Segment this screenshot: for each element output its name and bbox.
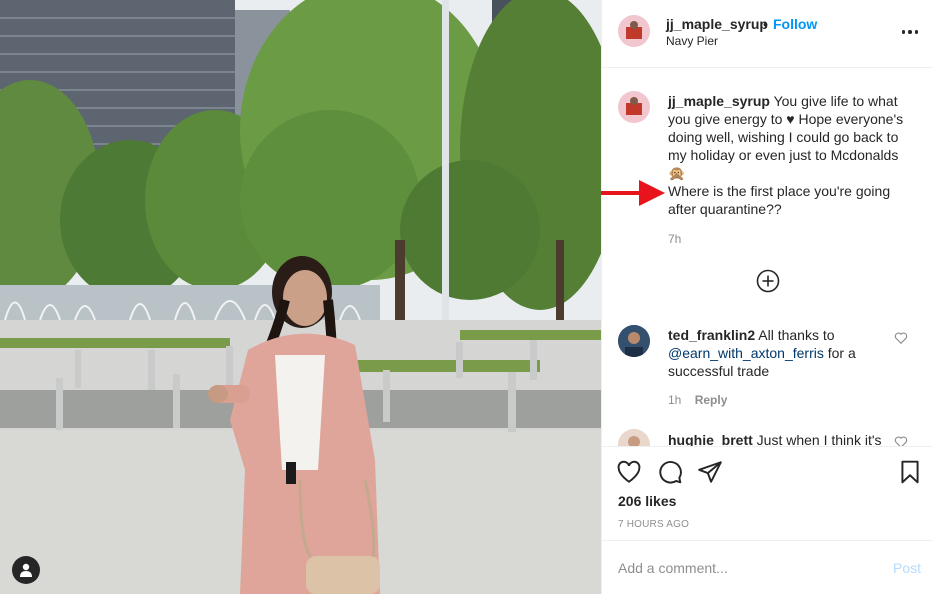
heart-icon[interactable] <box>894 435 908 446</box>
commenter-avatar[interactable] <box>618 325 650 357</box>
tagged-users-button[interactable] <box>12 556 40 584</box>
photo-scene <box>0 0 601 594</box>
comment-timestamp[interactable]: 1h <box>668 393 681 407</box>
comment-text: hughie_brett Just when I think it's <box>668 431 918 446</box>
comment-input[interactable] <box>618 556 878 580</box>
reply-button[interactable]: Reply <box>695 393 728 407</box>
comments-list[interactable]: jj_maple_syrup You give life to what you… <box>602 69 932 446</box>
post-modal: jj_maple_syrup • Follow Navy Pier jj_map… <box>0 0 932 594</box>
comment-username[interactable]: ted_franklin2 <box>668 327 755 343</box>
post-photo[interactable] <box>0 0 601 594</box>
caption-author-avatar[interactable] <box>618 91 650 123</box>
more-options-icon[interactable] <box>898 22 922 42</box>
caption-emoji: 🙊 <box>668 165 686 181</box>
comment-text: ted_franklin2 All thanks to @earn_with_a… <box>668 326 888 380</box>
post-timestamp[interactable]: 7 HOURS AGO <box>618 519 689 530</box>
caption-text: jj_maple_syrup You give life to what you… <box>668 92 918 218</box>
add-comment-bar: Post <box>602 542 932 594</box>
header-separator: • <box>763 16 768 32</box>
comment-meta: 1h Reply <box>668 393 727 407</box>
commenter-avatar[interactable] <box>618 429 650 446</box>
heart-icon[interactable] <box>894 331 908 345</box>
bookmark-icon[interactable] <box>897 459 923 485</box>
likes-count[interactable]: 206 likes <box>618 493 676 509</box>
post-side-panel: jj_maple_syrup • Follow Navy Pier jj_map… <box>601 0 932 594</box>
comment-body-before: All thanks to <box>758 327 835 343</box>
post-location[interactable]: Navy Pier <box>666 34 718 48</box>
plus-circle-icon[interactable] <box>756 269 780 293</box>
caption-timestamp[interactable]: 7h <box>668 232 681 246</box>
caption-line2: Where is the first place you're going af… <box>668 183 891 217</box>
share-icon[interactable] <box>697 459 723 485</box>
comment-username[interactable]: hughie_brett <box>668 432 753 446</box>
follow-button[interactable]: Follow <box>773 16 817 32</box>
comment-body: Just when I think it's <box>756 432 882 446</box>
post-comment-button[interactable]: Post <box>893 560 921 576</box>
comment-mention-link[interactable]: @earn_with_axton_ferris <box>668 345 824 361</box>
author-username[interactable]: jj_maple_syrup <box>666 16 768 32</box>
caption-username[interactable]: jj_maple_syrup <box>668 93 770 109</box>
user-icon <box>20 563 32 577</box>
comment-icon[interactable] <box>657 459 683 485</box>
annotation-arrow-icon <box>601 180 665 206</box>
author-avatar[interactable] <box>618 15 650 47</box>
heart-icon[interactable] <box>616 459 642 485</box>
post-actions: 206 likes 7 HOURS AGO <box>602 446 932 541</box>
post-header: jj_maple_syrup • Follow Navy Pier <box>602 0 932 68</box>
